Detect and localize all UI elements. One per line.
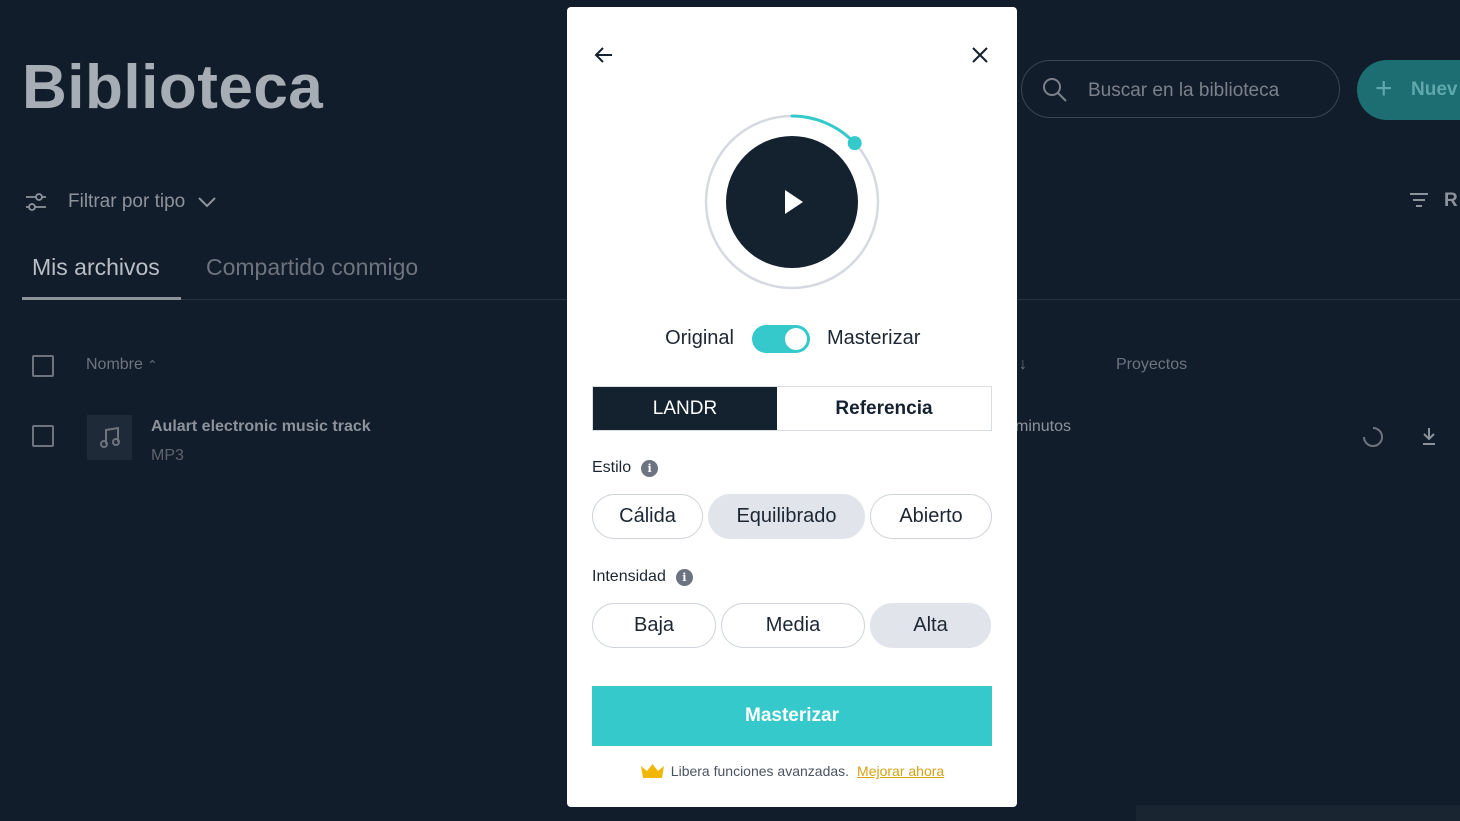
active-tab-indicator	[22, 297, 181, 300]
row-checkbox[interactable]	[32, 425, 54, 447]
file-type: MP3	[151, 447, 184, 464]
bottom-panel-edge	[1136, 805, 1460, 821]
music-note-icon	[87, 415, 132, 460]
intensity-label: Intensidad	[592, 568, 666, 585]
sort-label: R	[1444, 190, 1458, 211]
intensity-label-row: Intensidad i	[592, 568, 693, 586]
intensity-option-media[interactable]: Media	[721, 603, 865, 648]
style-label: Estilo	[592, 459, 632, 476]
loading-spinner-icon	[1363, 427, 1383, 447]
sort-arrows-icon: ⌃	[147, 358, 158, 372]
style-option-equilibrado[interactable]: Equilibrado	[708, 494, 865, 539]
playback-progress-handle[interactable]	[847, 136, 862, 151]
plus-icon: +	[1375, 72, 1393, 105]
info-icon[interactable]: i	[675, 568, 693, 586]
new-button-label: Nuev	[1411, 79, 1458, 100]
original-master-switch[interactable]	[752, 325, 810, 353]
masterizar-button[interactable]: Masterizar	[592, 686, 992, 746]
filter-by-type[interactable]: Filtrar por tipo	[24, 190, 217, 214]
crown-icon	[640, 764, 664, 778]
mastering-modal: Original Masterizar LANDR Referencia Est…	[567, 7, 1017, 807]
toggle-master-label: Masterizar	[827, 327, 921, 349]
filter-label: Filtrar por tipo	[68, 191, 186, 212]
close-icon[interactable]	[969, 44, 991, 66]
original-master-toggle-row: Original Masterizar	[567, 323, 1017, 355]
select-all-checkbox[interactable]	[32, 355, 54, 377]
download-icon[interactable]	[1420, 426, 1438, 446]
engine-tabs: LANDR Referencia	[592, 386, 992, 431]
search-placeholder: Buscar en la biblioteca	[1088, 80, 1280, 101]
tab-compartido-conmigo[interactable]: Compartido conmigo	[206, 254, 418, 281]
intensity-option-baja[interactable]: Baja	[592, 603, 716, 648]
file-date: minutos	[1015, 418, 1072, 435]
sort-down-icon[interactable]: ↓	[1019, 356, 1027, 374]
intensity-option-alta[interactable]: Alta	[870, 603, 991, 648]
search-icon	[1043, 78, 1067, 102]
sort-icon	[1410, 193, 1428, 207]
search-input[interactable]: Buscar en la biblioteca	[1021, 60, 1340, 118]
upsell-text: Libera funciones avanzadas.	[670, 763, 850, 779]
column-name-label: Nombre	[86, 356, 143, 373]
sliders-icon	[26, 193, 46, 211]
upgrade-link[interactable]: Mejorar ahora	[857, 763, 944, 779]
style-option-calida[interactable]: Cálida	[592, 494, 703, 539]
column-header-projects: Proyectos	[1116, 356, 1188, 373]
new-button[interactable]: + Nuev	[1357, 60, 1460, 120]
style-label-row: Estilo i	[592, 459, 659, 477]
upsell-banner: Libera funciones avanzadas. Mejorar ahor…	[567, 763, 1017, 779]
file-name[interactable]: Aulart electronic music track	[151, 418, 371, 436]
tab-referencia[interactable]: Referencia	[777, 387, 991, 430]
style-option-abierto[interactable]: Abierto	[870, 494, 992, 539]
tab-landr[interactable]: LANDR	[593, 387, 777, 430]
tab-mis-archivos[interactable]: Mis archivos	[32, 254, 160, 281]
switch-knob	[785, 328, 807, 350]
chevron-down-icon	[198, 197, 216, 208]
toggle-original-label: Original	[665, 327, 734, 349]
info-icon[interactable]: i	[641, 459, 659, 477]
page-title: Biblioteca	[22, 53, 324, 122]
sort-control[interactable]: R	[1408, 190, 1458, 212]
column-header-name[interactable]: Nombre ⌃	[86, 356, 157, 374]
back-arrow-icon[interactable]	[593, 44, 615, 66]
audio-player[interactable]	[697, 107, 887, 297]
